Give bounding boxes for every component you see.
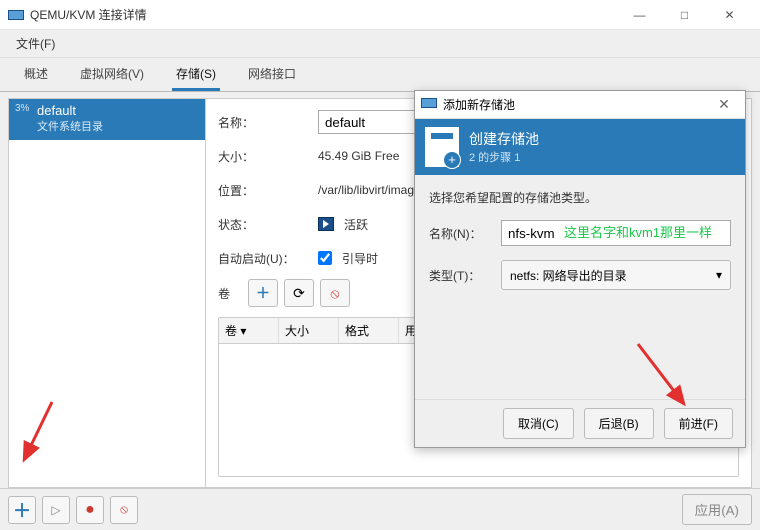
dialog-banner: 创建存储池 2 的步骤 1 <box>415 119 745 175</box>
pool-type: 文件系统目录 <box>37 118 103 134</box>
autostart-checkbox[interactable] <box>318 251 332 265</box>
pool-name: default <box>37 103 103 118</box>
bottom-toolbar: ＋ ▷ ● ⦸ 应用(A) <box>0 488 760 530</box>
location-label: 位置： <box>218 182 308 199</box>
volumes-label: 卷 <box>218 285 238 302</box>
banner-title: 创建存储池 <box>469 129 539 149</box>
cancel-button[interactable]: 取消(C) <box>503 408 574 439</box>
pool-usage: 3% <box>15 103 33 134</box>
chevron-down-icon: ▾ <box>716 268 722 282</box>
status-label: 状态： <box>218 216 308 233</box>
back-button[interactable]: 后退(B) <box>584 408 654 439</box>
dlg-name-label: 名称(N)： <box>429 225 493 242</box>
add-storage-pool-dialog: 添加新存储池 ✕ 创建存储池 2 的步骤 1 选择您希望配置的存储池类型。 名称… <box>414 90 746 448</box>
status-active-icon <box>318 217 334 231</box>
autostart-value: 引导时 <box>342 250 378 267</box>
size-value: 45.49 GiB Free <box>318 149 399 163</box>
menubar: 文件(F) <box>0 30 760 58</box>
col-name[interactable]: 卷 ▾ <box>219 318 279 343</box>
delete-pool-button[interactable]: ⦸ <box>110 496 138 524</box>
tab-storage[interactable]: 存储(S) <box>172 57 220 91</box>
dialog-icon <box>421 96 437 113</box>
name-label: 名称： <box>218 114 308 131</box>
col-format[interactable]: 格式 <box>339 318 399 343</box>
refresh-volume-button[interactable]: ⟳ <box>284 279 314 307</box>
tab-overview[interactable]: 概述 <box>20 57 52 91</box>
add-pool-button[interactable]: ＋ <box>8 496 36 524</box>
location-value: /var/lib/libvirt/images <box>318 183 427 197</box>
dialog-titlebar: 添加新存储池 ✕ <box>415 91 745 119</box>
dialog-message: 选择您希望配置的存储池类型。 <box>429 189 731 206</box>
titlebar: QEMU/KVM 连接详情 — □ ✕ <box>0 0 760 30</box>
delete-volume-button[interactable]: ⦸ <box>320 279 350 307</box>
col-size[interactable]: 大小 <box>279 318 339 343</box>
maximize-button[interactable]: □ <box>662 0 707 30</box>
dlg-type-value: netfs: 网络导出的目录 <box>510 267 627 284</box>
banner-step: 2 的步骤 1 <box>469 149 539 165</box>
create-pool-icon <box>425 127 459 167</box>
app-icon <box>8 8 24 22</box>
dlg-type-label: 类型(T)： <box>429 267 493 284</box>
stop-pool-button[interactable]: ● <box>76 496 104 524</box>
annotation-text: 这里名字和kvm1那里一样 <box>564 222 712 241</box>
tab-network-interfaces[interactable]: 网络接口 <box>244 57 300 91</box>
close-button[interactable]: ✕ <box>707 0 752 30</box>
size-label: 大小： <box>218 148 308 165</box>
dialog-close-button[interactable]: ✕ <box>709 96 739 113</box>
dialog-footer: 取消(C) 后退(B) 前进(F) <box>415 399 745 447</box>
storage-pool-list: 3% default 文件系统目录 <box>8 98 206 488</box>
add-volume-button[interactable]: ＋ <box>248 279 278 307</box>
menu-file[interactable]: 文件(F) <box>8 31 63 56</box>
dialog-body: 选择您希望配置的存储池类型。 名称(N)： 类型(T)： netfs: 网络导出… <box>415 175 745 399</box>
start-pool-button[interactable]: ▷ <box>42 496 70 524</box>
window-title: QEMU/KVM 连接详情 <box>30 6 617 23</box>
forward-button[interactable]: 前进(F) <box>664 408 733 439</box>
dialog-title: 添加新存储池 <box>443 96 709 113</box>
apply-button[interactable]: 应用(A) <box>682 494 752 525</box>
minimize-button[interactable]: — <box>617 0 662 30</box>
status-value: 活跃 <box>344 216 368 233</box>
dlg-type-select[interactable]: netfs: 网络导出的目录 ▾ <box>501 260 731 290</box>
autostart-label: 自动启动(U)： <box>218 250 308 267</box>
pool-item-default[interactable]: 3% default 文件系统目录 <box>9 99 205 140</box>
tab-bar: 概述 虚拟网络(V) 存储(S) 网络接口 <box>0 58 760 92</box>
volume-toolbar: ＋ ⟳ ⦸ <box>248 279 350 307</box>
tab-virtual-networks[interactable]: 虚拟网络(V) <box>76 57 148 91</box>
